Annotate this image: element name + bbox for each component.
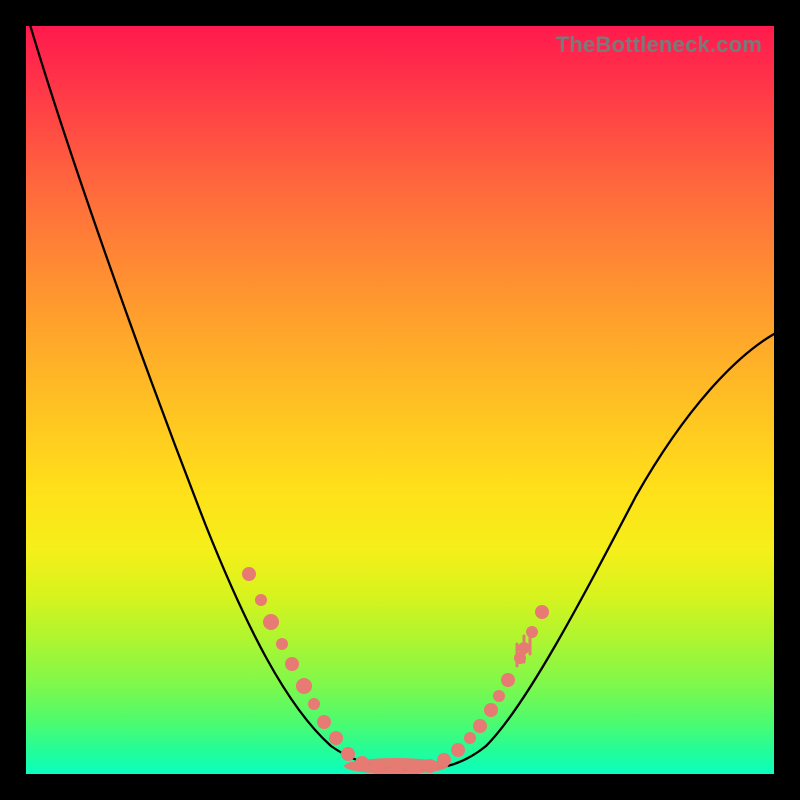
marker-dot — [493, 690, 505, 702]
marker-dot — [263, 614, 279, 630]
marker-dot — [501, 673, 515, 687]
marker-dot — [423, 759, 437, 773]
marker-dot — [296, 678, 312, 694]
marker-dot — [451, 743, 465, 757]
bottleneck-curve — [28, 26, 774, 770]
marker-dot — [464, 732, 476, 744]
marker-dot — [255, 594, 267, 606]
marker-dot — [285, 657, 299, 671]
marker-dot — [276, 638, 288, 650]
plot-area: TheBottleneck.com — [26, 26, 774, 774]
marker-dot — [341, 747, 355, 761]
marker-dot — [329, 731, 343, 745]
marker-dot — [355, 756, 369, 770]
marker-dot — [473, 719, 487, 733]
marker-dot — [308, 698, 320, 710]
bottleneck-curve-svg — [26, 26, 774, 774]
marker-dot — [437, 753, 451, 767]
marker-dot — [535, 605, 549, 619]
chart-frame: TheBottleneck.com — [0, 0, 800, 800]
marker-dot — [317, 715, 331, 729]
marker-dot — [484, 703, 498, 717]
marker-dot — [526, 626, 538, 638]
marker-dot — [242, 567, 256, 581]
marker-dot — [518, 642, 530, 654]
